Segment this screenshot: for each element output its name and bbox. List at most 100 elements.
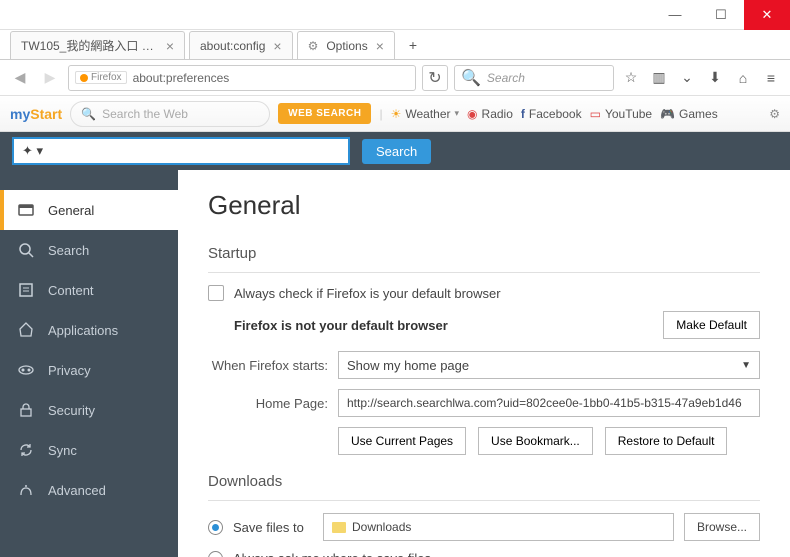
sidebar-label: Security	[48, 403, 95, 418]
mystart-toolbar: myStart 🔍 Search the Web WEB SEARCH | ☀W…	[0, 96, 790, 132]
search-icon	[18, 242, 34, 258]
tab-label: Options	[326, 39, 367, 53]
downloads-heading: Downloads	[208, 473, 760, 490]
games-link[interactable]: 🎮Games	[660, 107, 718, 121]
sidebar-item-security[interactable]: Security	[0, 390, 178, 430]
library-icon[interactable]: ▥	[648, 69, 670, 86]
always-check-label: Always check if Firefox is your default …	[234, 286, 501, 301]
restore-default-button[interactable]: Restore to Default	[605, 427, 728, 455]
url-bar[interactable]: Firefox about:preferences	[68, 65, 416, 91]
lock-icon	[18, 402, 34, 418]
window-titlebar: — ☐ ✕	[0, 0, 790, 30]
select-value: Show my home page	[347, 358, 469, 373]
window-maximize[interactable]: ☐	[698, 0, 744, 30]
search-placeholder: Search	[487, 71, 525, 85]
mystart-settings-icon[interactable]: ⚙	[769, 107, 780, 121]
tab-strip: TW105_我的網路入口 台灣 × about:config × ⚙ Optio…	[0, 30, 790, 60]
web-search-button[interactable]: WEB SEARCH	[278, 103, 371, 124]
sidebar-label: General	[48, 203, 94, 218]
sidebar-label: Advanced	[48, 483, 106, 498]
weather-link[interactable]: ☀Weather▾	[391, 107, 459, 121]
downloads-icon[interactable]: ⬇	[704, 69, 726, 86]
startup-heading: Startup	[208, 245, 760, 262]
home-icon[interactable]: ⌂	[732, 70, 754, 86]
advanced-icon	[18, 482, 34, 498]
sidebar-label: Sync	[48, 443, 77, 458]
back-button[interactable]: ◀	[8, 66, 32, 90]
window-close[interactable]: ✕	[744, 0, 790, 30]
tab-tw105[interactable]: TW105_我的網路入口 台灣 ×	[10, 31, 185, 59]
make-default-button[interactable]: Make Default	[663, 311, 760, 339]
search-glyph: ✦ ▾	[22, 143, 43, 159]
secondary-search-input[interactable]: ✦ ▾	[12, 137, 350, 165]
tab-label: about:config	[200, 39, 265, 53]
downloads-folder-field[interactable]: Downloads	[323, 513, 674, 541]
youtube-icon: ▭	[590, 107, 601, 121]
forward-button[interactable]: ▶	[38, 66, 62, 90]
always-ask-label: Always ask me where to save files	[233, 551, 431, 557]
sidebar-item-advanced[interactable]: Advanced	[0, 470, 178, 510]
radio-link[interactable]: ◉Radio	[467, 107, 513, 121]
mystart-placeholder: Search the Web	[102, 107, 188, 121]
facebook-link[interactable]: fFacebook	[521, 107, 582, 121]
downloads-folder-value: Downloads	[352, 520, 411, 534]
mystart-logo: myStart	[10, 106, 62, 122]
sidebar-label: Search	[48, 243, 89, 258]
menu-icon[interactable]: ≡	[760, 70, 782, 86]
sidebar-item-content[interactable]: Content	[0, 270, 178, 310]
tab-options[interactable]: ⚙ Options ×	[297, 31, 395, 59]
close-icon[interactable]: ×	[376, 38, 384, 54]
when-starts-label: When Firefox starts:	[208, 358, 328, 373]
content-icon	[18, 282, 34, 298]
url-text: about:preferences	[133, 71, 230, 85]
use-bookmark-button[interactable]: Use Bookmark...	[478, 427, 593, 455]
preferences-sidebar: General Search Content Applications Priv…	[0, 170, 178, 557]
when-starts-select[interactable]: Show my home page ▼	[338, 351, 760, 379]
tab-label: TW105_我的網路入口 台灣	[21, 37, 158, 54]
home-page-label: Home Page:	[208, 396, 328, 411]
mystart-search-input[interactable]: 🔍 Search the Web	[70, 101, 270, 127]
facebook-icon: f	[521, 107, 525, 121]
bookmark-star-icon[interactable]: ☆	[620, 69, 642, 86]
browse-button[interactable]: Browse...	[684, 513, 760, 541]
close-icon[interactable]: ×	[273, 38, 281, 54]
tab-aboutconfig[interactable]: about:config ×	[189, 31, 293, 59]
always-check-checkbox[interactable]	[208, 285, 224, 301]
preferences-content: General Search Content Applications Priv…	[0, 170, 790, 557]
use-current-pages-button[interactable]: Use Current Pages	[338, 427, 466, 455]
sidebar-item-sync[interactable]: Sync	[0, 430, 178, 470]
secondary-search-button[interactable]: Search	[362, 139, 431, 164]
sidebar-item-search[interactable]: Search	[0, 230, 178, 270]
close-icon[interactable]: ×	[166, 38, 174, 54]
general-icon	[18, 202, 34, 218]
identity-badge: Firefox	[75, 71, 127, 84]
always-ask-radio[interactable]	[208, 551, 223, 557]
radio-icon: ◉	[467, 107, 477, 121]
reload-button[interactable]: ↻	[422, 65, 448, 91]
youtube-link[interactable]: ▭YouTube	[590, 107, 653, 121]
sidebar-label: Applications	[48, 323, 118, 338]
sidebar-item-applications[interactable]: Applications	[0, 310, 178, 350]
search-icon: 🔍	[81, 107, 96, 121]
games-icon: 🎮	[660, 107, 675, 121]
applications-icon	[18, 322, 34, 338]
save-files-to-label: Save files to	[233, 520, 313, 535]
privacy-icon	[18, 362, 34, 378]
new-tab-button[interactable]: +	[399, 31, 427, 59]
search-icon: 🔍	[461, 68, 481, 88]
window-minimize[interactable]: —	[652, 0, 698, 30]
save-files-to-radio[interactable]	[208, 520, 223, 535]
not-default-text: Firefox is not your default browser	[234, 318, 448, 333]
secondary-search-bar: ✦ ▾ Search	[0, 132, 790, 170]
chevron-down-icon: ▼	[741, 360, 751, 371]
sidebar-item-privacy[interactable]: Privacy	[0, 350, 178, 390]
gear-icon: ⚙	[308, 39, 319, 53]
page-title: General	[208, 190, 760, 221]
sun-icon: ☀	[391, 107, 402, 121]
sidebar-label: Content	[48, 283, 94, 298]
sidebar-label: Privacy	[48, 363, 91, 378]
pocket-icon[interactable]: ⌄	[676, 69, 698, 86]
home-page-input[interactable]: http://search.searchlwa.com?uid=802cee0e…	[338, 389, 760, 417]
search-bar[interactable]: 🔍 Search	[454, 65, 614, 91]
sidebar-item-general[interactable]: General	[0, 190, 178, 230]
